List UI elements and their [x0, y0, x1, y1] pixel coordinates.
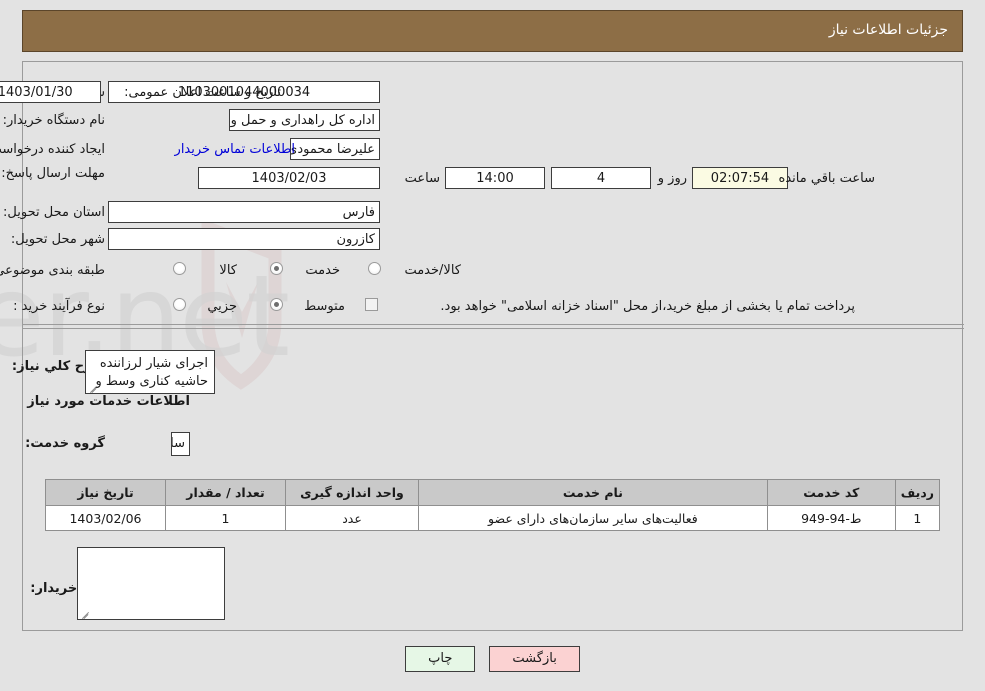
announce-datetime-field[interactable]: 1403/01/30 - 11:35: [0, 81, 101, 103]
window-titlebar: جزئیات اطلاعات نیاز: [22, 10, 963, 52]
announce-datetime-label: تاریخ و ساعت اعلان عمومی:: [124, 85, 281, 100]
category-radio-kala-khedmat[interactable]: [368, 262, 381, 275]
general-description-value: اجرای شیار لرزاننده حاشیه کناری وسط و نو…: [95, 356, 209, 393]
treasury-bonds-note: پرداخت تمام یا بخشی از مبلغ خرید،از محل …: [440, 299, 855, 314]
cell-service-name: فعالیت‌های سایر سازمان‌های دارای عضو: [418, 505, 768, 531]
back-button[interactable]: بازگشت: [489, 646, 580, 672]
page-root: ArtaTender.net جزئیات اطلاعات نیاز شماره…: [0, 0, 985, 691]
page-title: جزئیات اطلاعات نیاز: [828, 22, 948, 38]
deadline-days-field[interactable]: 4: [551, 167, 651, 189]
category-label: طبقه بندی موضوعی:: [0, 263, 105, 278]
col-quantity: تعداد / مقدار: [165, 479, 286, 506]
table-header-row: ردیف کد خدمت نام خدمت واحد اندازه گیری ت…: [45, 479, 941, 506]
deadline-label: مهلت ارسال پاسخ: تا تاریخ:: [0, 166, 105, 181]
col-service-code: کد خدمت: [766, 479, 896, 506]
process-radio-motavaset[interactable]: [270, 298, 283, 311]
general-description-textarea[interactable]: اجرای شیار لرزاننده حاشیه کناری وسط و نو…: [85, 350, 215, 394]
request-creator-label: ایجاد کننده درخواست:: [0, 142, 105, 157]
buyer-org-label: نام دستگاه خریدار:: [2, 113, 105, 128]
process-radio-jozi[interactable]: [173, 298, 186, 311]
deadline-hour-label: ساعت: [404, 171, 440, 186]
resize-grip-icon-notes[interactable]: [80, 608, 90, 618]
process-option-motavaset-label: متوسط: [304, 299, 345, 314]
buyer-notes-textarea[interactable]: [77, 547, 225, 620]
category-option-kala-khedmat-label: کالا/خدمت: [404, 263, 461, 278]
services-table: ردیف کد خدمت نام خدمت واحد اندازه گیری ت…: [45, 479, 941, 531]
buyer-org-field[interactable]: اداره کل راهداری و حمل و نقل جاده ای است…: [229, 109, 380, 131]
resize-grip-icon[interactable]: [88, 382, 98, 392]
cell-row-no: 1: [894, 505, 941, 531]
cell-service-code: ط-94-949: [766, 505, 896, 531]
category-radio-kala[interactable]: [173, 262, 186, 275]
deadline-hour-field[interactable]: 14:00: [445, 167, 545, 189]
category-radio-khedmat[interactable]: [270, 262, 283, 275]
category-option-kala-label: کالا: [219, 263, 237, 278]
service-group-label: گروه خدمت:: [25, 436, 105, 451]
deadline-date-field[interactable]: 1403/02/03: [198, 167, 380, 189]
table-row[interactable]: 1 ط-94-949 فعالیت‌های سایر سازمان‌های دا…: [45, 505, 941, 531]
cell-need-date: 1403/02/06: [45, 505, 166, 531]
delivery-city-field[interactable]: کازرون: [108, 228, 380, 250]
process-type-label: نوع فرآیند خرید :: [13, 299, 105, 314]
services-section-title: اطلاعات خدمات مورد نیاز: [27, 394, 190, 409]
col-row-no: ردیف: [894, 479, 941, 506]
buyer-contact-link[interactable]: اطلاعات تماس خریدار: [122, 142, 295, 157]
col-need-date: تاریخ نیاز: [45, 479, 166, 506]
deadline-countdown-timer: 02:07:54: [692, 167, 788, 189]
treasury-bonds-checkbox[interactable]: [365, 298, 378, 311]
print-button[interactable]: چاپ: [405, 646, 476, 672]
col-unit: واحد اندازه گیری: [285, 479, 419, 506]
divider-bottom: [23, 328, 964, 329]
col-service-name: نام خدمت: [418, 479, 768, 506]
delivery-city-label: شهر محل تحویل:: [10, 232, 105, 247]
cell-unit: عدد: [285, 505, 419, 531]
divider-top: [23, 324, 964, 325]
deadline-days-label: روز و: [657, 171, 687, 186]
request-creator-field[interactable]: علیرضا محمودی عامل ذیحساب(نورآباد،رستم) …: [290, 138, 380, 160]
cell-quantity: 1: [165, 505, 286, 531]
service-group-field[interactable]: سایر فعالیت‌های خدماتی: [171, 432, 190, 456]
action-button-bar: بازگشت چاپ: [0, 646, 985, 672]
delivery-province-label: استان محل تحویل:: [3, 205, 105, 220]
delivery-province-field[interactable]: فارس: [108, 201, 380, 223]
deadline-timer-label: ساعت باقي مانده: [778, 171, 875, 186]
category-option-khedmat-label: خدمت: [305, 263, 340, 278]
process-option-jozi-label: جزیي: [207, 299, 237, 314]
